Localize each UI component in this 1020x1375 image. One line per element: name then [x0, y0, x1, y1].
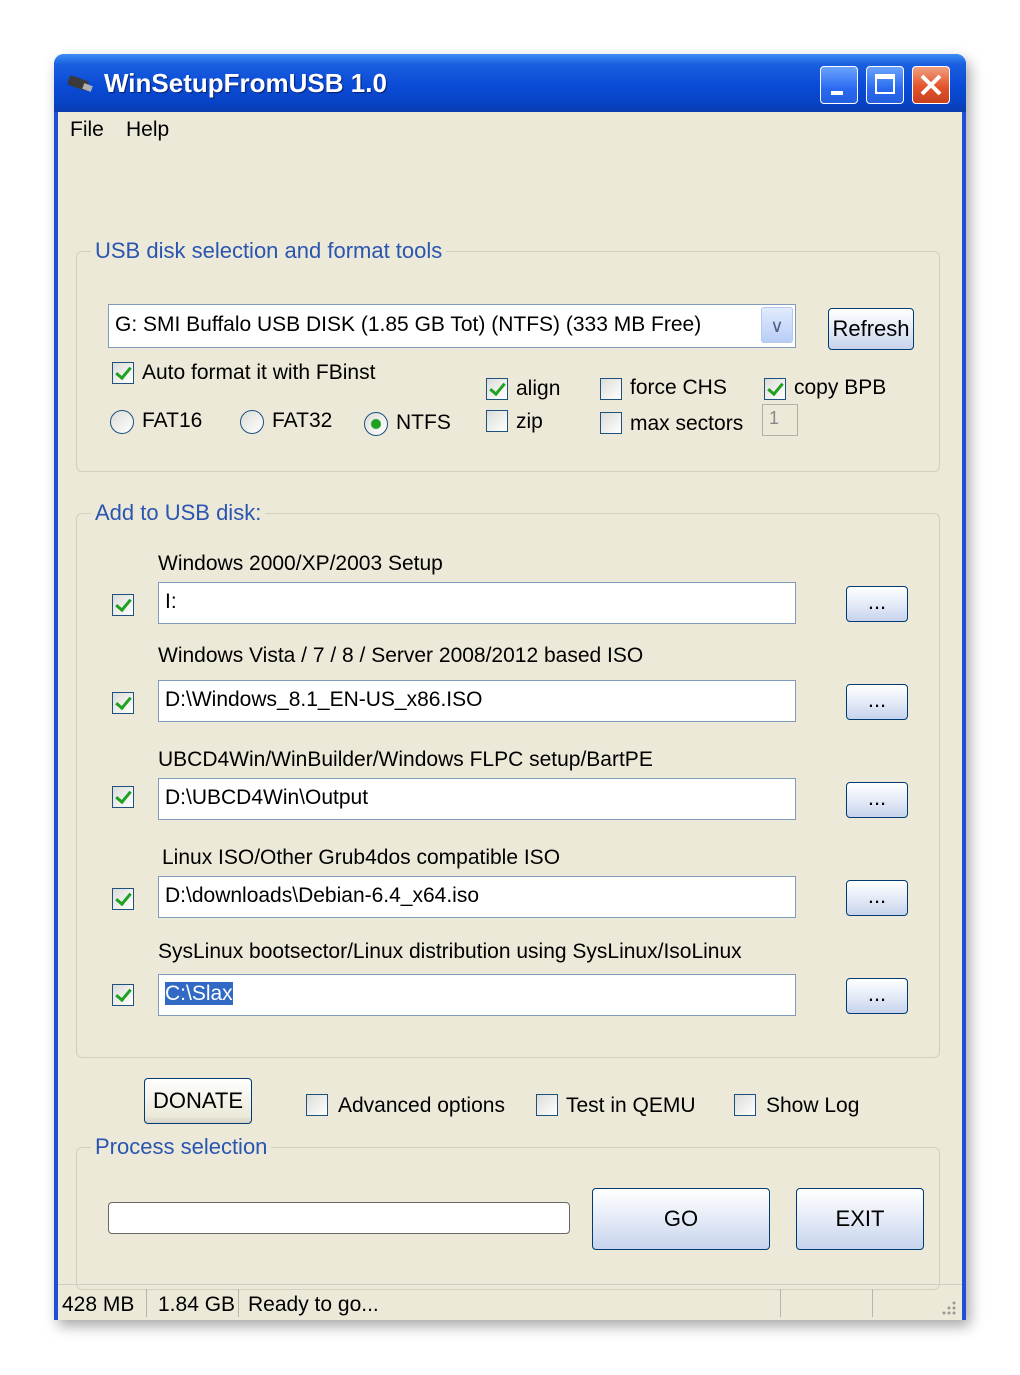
- add-to-usb-group-legend: Add to USB disk:: [95, 500, 262, 525]
- status-message: Ready to go...: [248, 1293, 379, 1316]
- windows-vista-iso-checkbox[interactable]: [112, 692, 134, 714]
- windows-vista-iso-browse-button[interactable]: ...: [846, 684, 908, 720]
- usb-disk-group-legend: USB disk selection and format tools: [95, 238, 443, 263]
- resize-grip-icon[interactable]: [938, 1297, 958, 1317]
- max-sectors-input[interactable]: 1: [762, 404, 798, 436]
- show-log-label: Show Log: [766, 1094, 860, 1117]
- refresh-button[interactable]: Refresh: [828, 308, 914, 350]
- maximize-icon: [875, 74, 895, 94]
- process-selection-group-legend: Process selection: [95, 1134, 268, 1159]
- linux-iso-label: Linux ISO/Other Grub4dos compatible ISO: [162, 846, 561, 869]
- fat32-label: FAT32: [272, 409, 333, 432]
- ntfs-radio[interactable]: [364, 412, 388, 436]
- status-divider: [872, 1289, 873, 1317]
- syslinux-path-input[interactable]: C:\Slax: [158, 974, 796, 1016]
- status-free-space: 428 MB: [62, 1293, 135, 1316]
- align-checkbox[interactable]: [486, 378, 508, 400]
- windows-xp-setup-label: Windows 2000/XP/2003 Setup: [158, 552, 443, 575]
- menu-bar: File Help: [58, 112, 962, 148]
- advanced-options-label: Advanced options: [338, 1094, 505, 1117]
- advanced-options-checkbox[interactable]: [306, 1094, 328, 1116]
- zip-checkbox[interactable]: [486, 410, 508, 432]
- force-chs-label: force CHS: [630, 376, 727, 399]
- main-window: WinSetupFromUSB 1.0 File Help USB disk s…: [54, 54, 966, 1320]
- close-button[interactable]: [912, 66, 950, 104]
- syslinux-label: SysLinux bootsector/Linux distribution u…: [158, 940, 742, 963]
- linux-iso-checkbox[interactable]: [112, 888, 134, 910]
- ntfs-label: NTFS: [396, 411, 451, 434]
- align-label: align: [516, 377, 561, 400]
- copy-bpb-label: copy BPB: [794, 376, 887, 399]
- windows-xp-setup-checkbox[interactable]: [112, 594, 134, 616]
- menu-help[interactable]: Help: [120, 116, 175, 144]
- ubcd4win-browse-button[interactable]: ...: [846, 782, 908, 818]
- copy-bpb-checkbox[interactable]: [764, 378, 786, 400]
- exit-button[interactable]: EXIT: [796, 1188, 924, 1250]
- zip-label: zip: [516, 410, 543, 433]
- syslinux-path-selected-text: C:\Slax: [165, 982, 233, 1005]
- syslinux-browse-button[interactable]: ...: [846, 978, 908, 1014]
- status-divider: [780, 1289, 781, 1317]
- fat32-radio[interactable]: [240, 410, 264, 434]
- ubcd4win-path-input[interactable]: D:\UBCD4Win\Output: [158, 778, 796, 820]
- status-total-size: 1.84 GB: [158, 1293, 236, 1316]
- status-bar: 428 MB 1.84 GB Ready to go...: [58, 1284, 962, 1321]
- status-divider: [238, 1289, 239, 1317]
- windows-xp-setup-path-input[interactable]: I:: [158, 582, 796, 624]
- max-sectors-checkbox[interactable]: [600, 412, 622, 434]
- window-title: WinSetupFromUSB 1.0: [104, 68, 387, 98]
- window-client-area: File Help USB disk selection and format …: [58, 112, 962, 1320]
- close-icon: [920, 74, 942, 96]
- syslinux-checkbox[interactable]: [112, 984, 134, 1006]
- test-in-qemu-label: Test in QEMU: [566, 1094, 696, 1117]
- go-button[interactable]: GO: [592, 1188, 770, 1250]
- linux-iso-browse-button[interactable]: ...: [846, 880, 908, 916]
- windows-vista-iso-label: Windows Vista / 7 / 8 / Server 2008/2012…: [158, 644, 644, 667]
- windows-xp-setup-browse-button[interactable]: ...: [846, 586, 908, 622]
- donate-button[interactable]: DONATE: [144, 1078, 252, 1124]
- windows-vista-iso-path-input[interactable]: D:\Windows_8.1_EN-US_x86.ISO: [158, 680, 796, 722]
- usb-app-icon: [67, 75, 93, 92]
- auto-format-label: Auto format it with FBinst: [142, 361, 376, 384]
- usb-disk-select-value: G: SMI Buffalo USB DISK (1.85 GB Tot) (N…: [115, 313, 702, 336]
- fat16-label: FAT16: [142, 409, 203, 432]
- ubcd4win-checkbox[interactable]: [112, 786, 134, 808]
- test-in-qemu-checkbox[interactable]: [536, 1094, 558, 1116]
- status-divider: [146, 1289, 147, 1317]
- progress-bar: [108, 1202, 570, 1234]
- minimize-icon: [831, 91, 843, 95]
- force-chs-checkbox[interactable]: [600, 378, 622, 400]
- usb-disk-select[interactable]: G: SMI Buffalo USB DISK (1.85 GB Tot) (N…: [108, 304, 796, 348]
- maximize-button[interactable]: [866, 66, 904, 104]
- usb-disk-group: USB disk selection and format tools: [76, 238, 940, 472]
- fat16-radio[interactable]: [110, 410, 134, 434]
- show-log-checkbox[interactable]: [734, 1094, 756, 1116]
- linux-iso-path-input[interactable]: D:\downloads\Debian-6.4_x64.iso: [158, 876, 796, 918]
- chevron-down-icon[interactable]: ∨: [761, 307, 793, 343]
- minimize-button[interactable]: [820, 66, 858, 104]
- auto-format-checkbox[interactable]: [112, 362, 134, 384]
- max-sectors-label: max sectors: [630, 412, 744, 435]
- ubcd4win-label: UBCD4Win/WinBuilder/Windows FLPC setup/B…: [158, 748, 653, 771]
- menu-file[interactable]: File: [64, 116, 110, 144]
- title-bar[interactable]: WinSetupFromUSB 1.0: [54, 54, 966, 112]
